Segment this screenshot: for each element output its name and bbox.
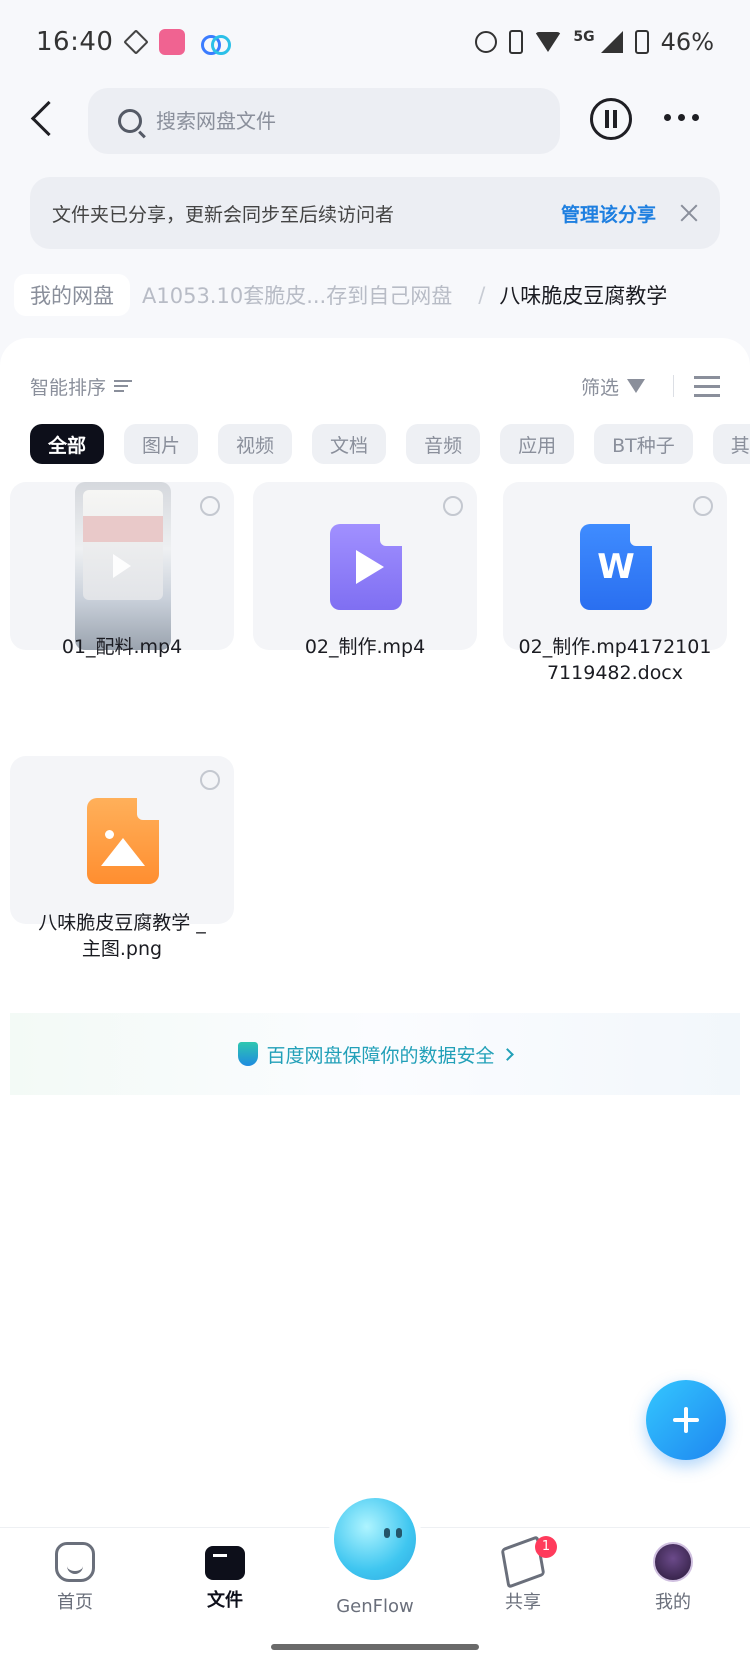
- status-bar: 16:40 5G 46%: [0, 0, 750, 84]
- select-checkbox[interactable]: [443, 496, 463, 516]
- nav-me[interactable]: 我的: [613, 1542, 733, 1614]
- file-name: 02_制作.mp4172101 7119482.docx: [518, 636, 712, 684]
- folder-icon: [205, 1546, 245, 1580]
- shield-icon: [238, 1042, 259, 1066]
- video-thumbnail: [75, 482, 171, 650]
- breadcrumb-current: 八味脆皮豆腐教学: [499, 284, 668, 308]
- breadcrumb-parent[interactable]: A1053.10套脆皮...存到自己网盘: [142, 280, 452, 310]
- filter-button[interactable]: 筛选: [581, 373, 619, 400]
- avatar: [653, 1542, 693, 1582]
- sort-icon: [114, 380, 133, 392]
- status-time: 16:40: [36, 27, 114, 57]
- sort-filter-row: 智能排序 筛选: [30, 368, 720, 404]
- genflow-orb-icon[interactable]: [334, 1498, 416, 1580]
- sort-button[interactable]: 智能排序: [30, 373, 106, 400]
- tab-other[interactable]: 其: [712, 424, 750, 464]
- share-notice-text: 文件夹已分享，更新会同步至后续访问者: [52, 203, 395, 226]
- nav-genflow[interactable]: GenFlow: [315, 1596, 435, 1617]
- file-tile[interactable]: [10, 756, 234, 924]
- tab-bt[interactable]: BT种子: [594, 424, 693, 464]
- search-icon: [118, 109, 142, 133]
- file-name: 01_配料.mp4: [61, 636, 183, 658]
- transfer-list-button[interactable]: [590, 98, 632, 140]
- top-bar: [0, 84, 750, 156]
- chevron-right-icon: [500, 1047, 514, 1061]
- breadcrumb-separator: /: [478, 283, 486, 307]
- status-left-icons: [123, 29, 232, 55]
- play-icon: [113, 554, 131, 578]
- manage-share-link[interactable]: 管理该分享: [561, 200, 656, 227]
- file-name: 02_制作.mp4: [304, 636, 426, 658]
- tab-images[interactable]: 图片: [124, 424, 199, 464]
- share-badge: 1: [535, 1536, 557, 1558]
- add-button[interactable]: [646, 1380, 726, 1460]
- toolbar-divider: [673, 375, 674, 397]
- security-text: 百度网盘保障你的数据安全: [266, 1044, 495, 1067]
- bilibili-icon: [159, 29, 186, 55]
- security-banner[interactable]: 百度网盘保障你的数据安全: [10, 1013, 740, 1095]
- signal-icon: [600, 31, 623, 53]
- file-tile[interactable]: [10, 482, 234, 650]
- file-name: 八味脆皮豆腐教学 _ 主图.png: [38, 912, 206, 960]
- breadcrumb-root[interactable]: 我的网盘: [14, 274, 130, 316]
- word-file-icon: W: [580, 524, 652, 610]
- select-checkbox[interactable]: [200, 770, 220, 790]
- image-file-icon: [87, 798, 159, 884]
- video-file-icon: [330, 524, 402, 610]
- tab-apps[interactable]: 应用: [500, 424, 575, 464]
- file-tile[interactable]: [253, 482, 477, 650]
- home-icon: [55, 1542, 95, 1582]
- battery-percent: 46%: [660, 28, 714, 56]
- select-checkbox[interactable]: [693, 496, 713, 516]
- tab-audio[interactable]: 音频: [406, 424, 481, 464]
- vibrate-icon: [509, 30, 524, 54]
- select-checkbox[interactable]: [200, 496, 220, 516]
- file-tile[interactable]: W: [503, 482, 727, 650]
- status-right-icons: 5G 46%: [475, 28, 714, 56]
- alarm-icon: [475, 31, 498, 53]
- home-indicator: [271, 1644, 479, 1650]
- network-type: 5G: [573, 29, 595, 45]
- category-tabs: 全部 图片 视频 文档 音频 应用 BT种子 其: [30, 424, 750, 466]
- tab-docs[interactable]: 文档: [312, 424, 387, 464]
- search-bar[interactable]: [88, 88, 560, 154]
- diamond-app-icon: [123, 29, 150, 55]
- tab-all[interactable]: 全部: [30, 424, 105, 464]
- breadcrumb: 我的网盘 A1053.10套脆皮...存到自己网盘 / 八味脆皮豆腐教学: [14, 272, 744, 318]
- search-input[interactable]: [156, 109, 516, 133]
- nav-share[interactable]: 1 共享: [463, 1535, 583, 1614]
- list-view-icon[interactable]: [694, 375, 720, 397]
- share-notice-banner: 文件夹已分享，更新会同步至后续访问者 管理该分享: [30, 177, 720, 249]
- file-list-panel: 智能排序 筛选 全部 图片 视频 文档 音频 应用 BT种子 其 01_配料.m…: [0, 338, 750, 1528]
- nav-home[interactable]: 首页: [15, 1542, 135, 1614]
- back-button[interactable]: [22, 98, 66, 142]
- baidu-netdisk-icon: [199, 29, 232, 55]
- close-notice-icon[interactable]: [680, 204, 698, 222]
- battery-icon: [634, 30, 649, 54]
- more-options-button[interactable]: [664, 114, 699, 121]
- wifi-icon: [535, 32, 562, 52]
- filter-icon: [627, 379, 645, 393]
- tab-videos[interactable]: 视频: [218, 424, 293, 464]
- nav-files[interactable]: 文件: [165, 1542, 285, 1612]
